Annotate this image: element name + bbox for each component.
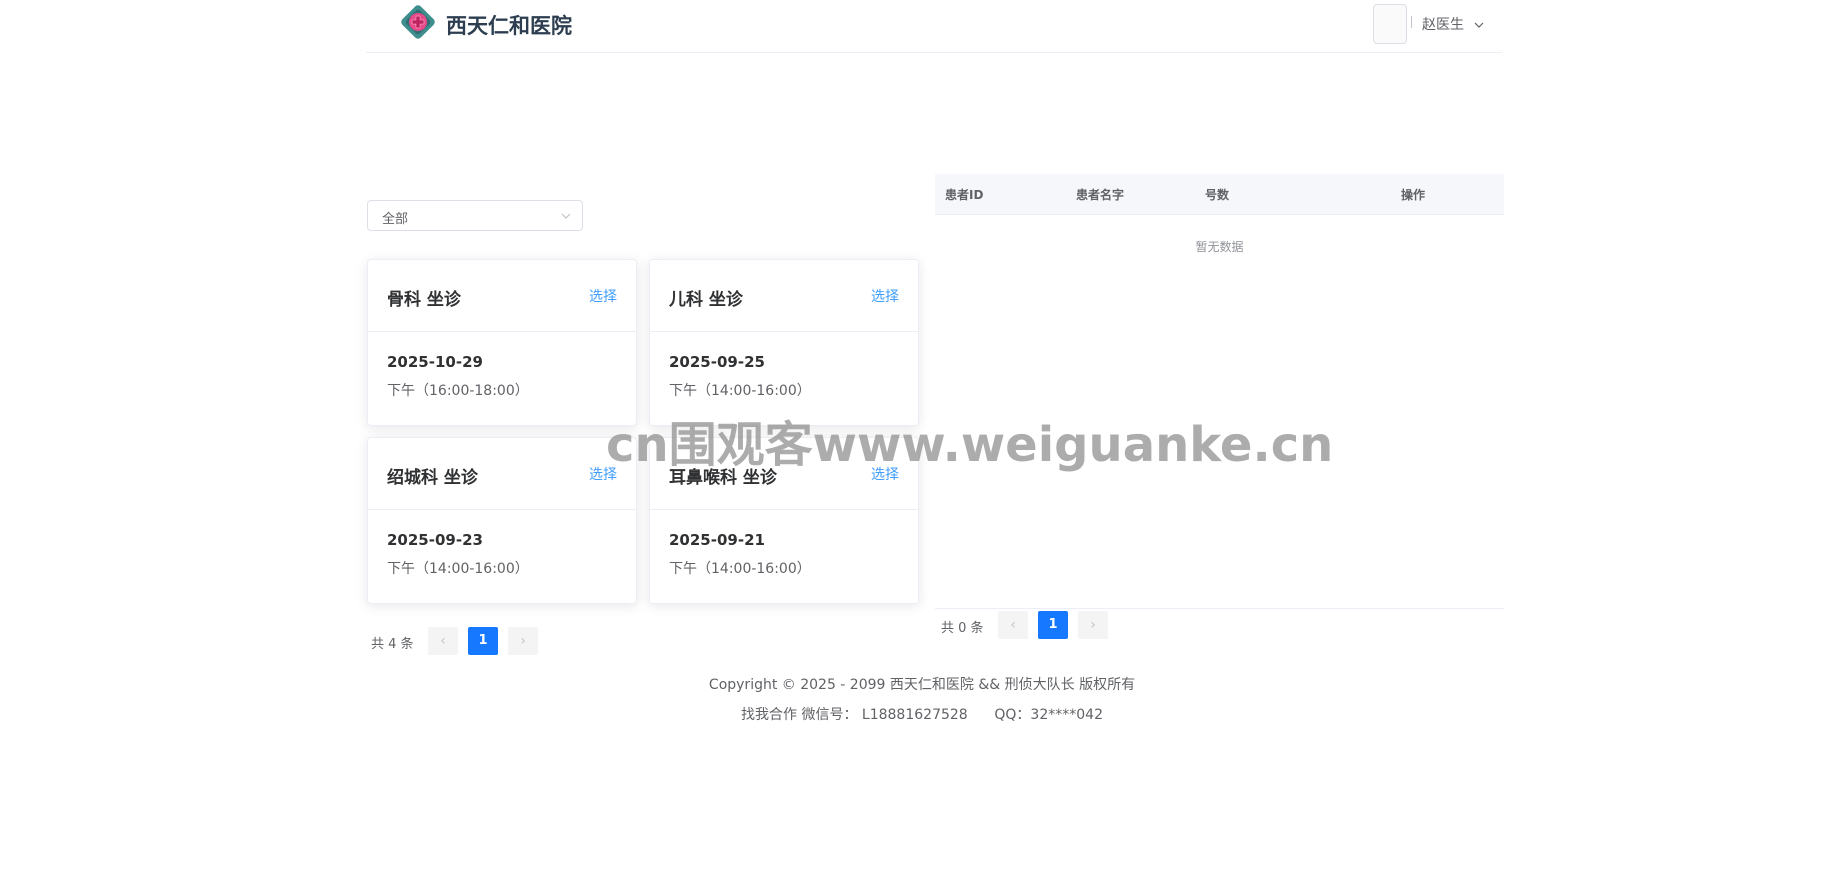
- card-time: 下午（14:00-16:00）: [669, 561, 811, 577]
- select-button[interactable]: 选择: [871, 464, 899, 484]
- card-title: 骨科 坐诊: [387, 290, 461, 310]
- card-date: 2025-09-21: [669, 531, 765, 549]
- top-header: 西天仁和医院 赵医生: [366, 0, 1502, 53]
- table-pagination: 共 0 条 ‹ 1 ›: [941, 611, 1121, 639]
- user-name: 赵医生: [1422, 17, 1464, 33]
- card-header: 绍城科 坐诊 选择: [368, 438, 636, 510]
- column-header: 患者ID: [945, 188, 984, 202]
- divider: [1411, 16, 1412, 28]
- schedule-card: 绍城科 坐诊 选择 2025-09-23 下午（14:00-16:00）: [367, 437, 637, 604]
- empty-state-text: 暂无数据: [1195, 240, 1244, 254]
- user-menu-dropdown[interactable]: 赵医生: [1422, 14, 1484, 34]
- hospital-logo-icon: [401, 5, 435, 39]
- card-header: 耳鼻喉科 坐诊 选择: [650, 438, 918, 510]
- next-page-button[interactable]: ›: [1078, 611, 1108, 639]
- table-header: 患者ID 患者名字 号数 操作: [935, 174, 1504, 215]
- pagination-total: 共 0 条: [941, 621, 984, 636]
- schedule-card: 儿科 坐诊 选择 2025-09-25 下午（14:00-16:00）: [649, 259, 919, 426]
- schedule-card: 耳鼻喉科 坐诊 选择 2025-09-21 下午（14:00-16:00）: [649, 437, 919, 604]
- select-button[interactable]: 选择: [871, 286, 899, 306]
- column-header: 患者名字: [1076, 188, 1125, 202]
- page-number-button[interactable]: 1: [468, 627, 498, 655]
- card-time: 下午（14:00-16:00）: [387, 561, 529, 577]
- avatar[interactable]: [1373, 4, 1407, 44]
- card-title: 耳鼻喉科 坐诊: [669, 468, 777, 488]
- card-title: 儿科 坐诊: [669, 290, 743, 310]
- prev-page-button[interactable]: ‹: [998, 611, 1028, 639]
- footer-contact: 找我合作 微信号： L18881627528 QQ：32****042: [741, 707, 1103, 723]
- card-title: 绍城科 坐诊: [387, 468, 478, 488]
- next-page-button[interactable]: ›: [508, 627, 538, 655]
- card-time: 下午（16:00-18:00）: [387, 383, 529, 399]
- column-header: 操作: [1401, 188, 1426, 202]
- select-value: 全部: [382, 212, 409, 227]
- page: 西天仁和医院 赵医生 全部 骨科 坐诊 选择 2025-10-29 下午（16:…: [0, 0, 1844, 895]
- site-title: 西天仁和医院: [446, 14, 572, 38]
- department-select[interactable]: 全部: [367, 200, 583, 231]
- card-date: 2025-09-25: [669, 353, 765, 371]
- select-button[interactable]: 选择: [589, 464, 617, 484]
- card-header: 儿科 坐诊 选择: [650, 260, 918, 332]
- pagination-total: 共 4 条: [371, 637, 414, 652]
- page-number-button[interactable]: 1: [1038, 611, 1068, 639]
- footer-copyright: Copyright © 2025 - 2099 西天仁和医院 && 刑侦大队长 …: [708, 677, 1136, 693]
- card-date: 2025-09-23: [387, 531, 483, 549]
- chevron-down-icon: [1475, 22, 1484, 28]
- cards-pagination: 共 4 条 ‹ 1 ›: [371, 627, 551, 655]
- select-button[interactable]: 选择: [589, 286, 617, 306]
- patients-table: 患者ID 患者名字 号数 操作 暂无数据: [935, 174, 1504, 609]
- card-date: 2025-10-29: [387, 353, 483, 371]
- prev-page-button[interactable]: ‹: [428, 627, 458, 655]
- chevron-down-icon: [561, 213, 571, 219]
- card-header: 骨科 坐诊 选择: [368, 260, 636, 332]
- column-header: 号数: [1205, 188, 1230, 202]
- schedule-card: 骨科 坐诊 选择 2025-10-29 下午（16:00-18:00）: [367, 259, 637, 426]
- card-time: 下午（14:00-16:00）: [669, 383, 811, 399]
